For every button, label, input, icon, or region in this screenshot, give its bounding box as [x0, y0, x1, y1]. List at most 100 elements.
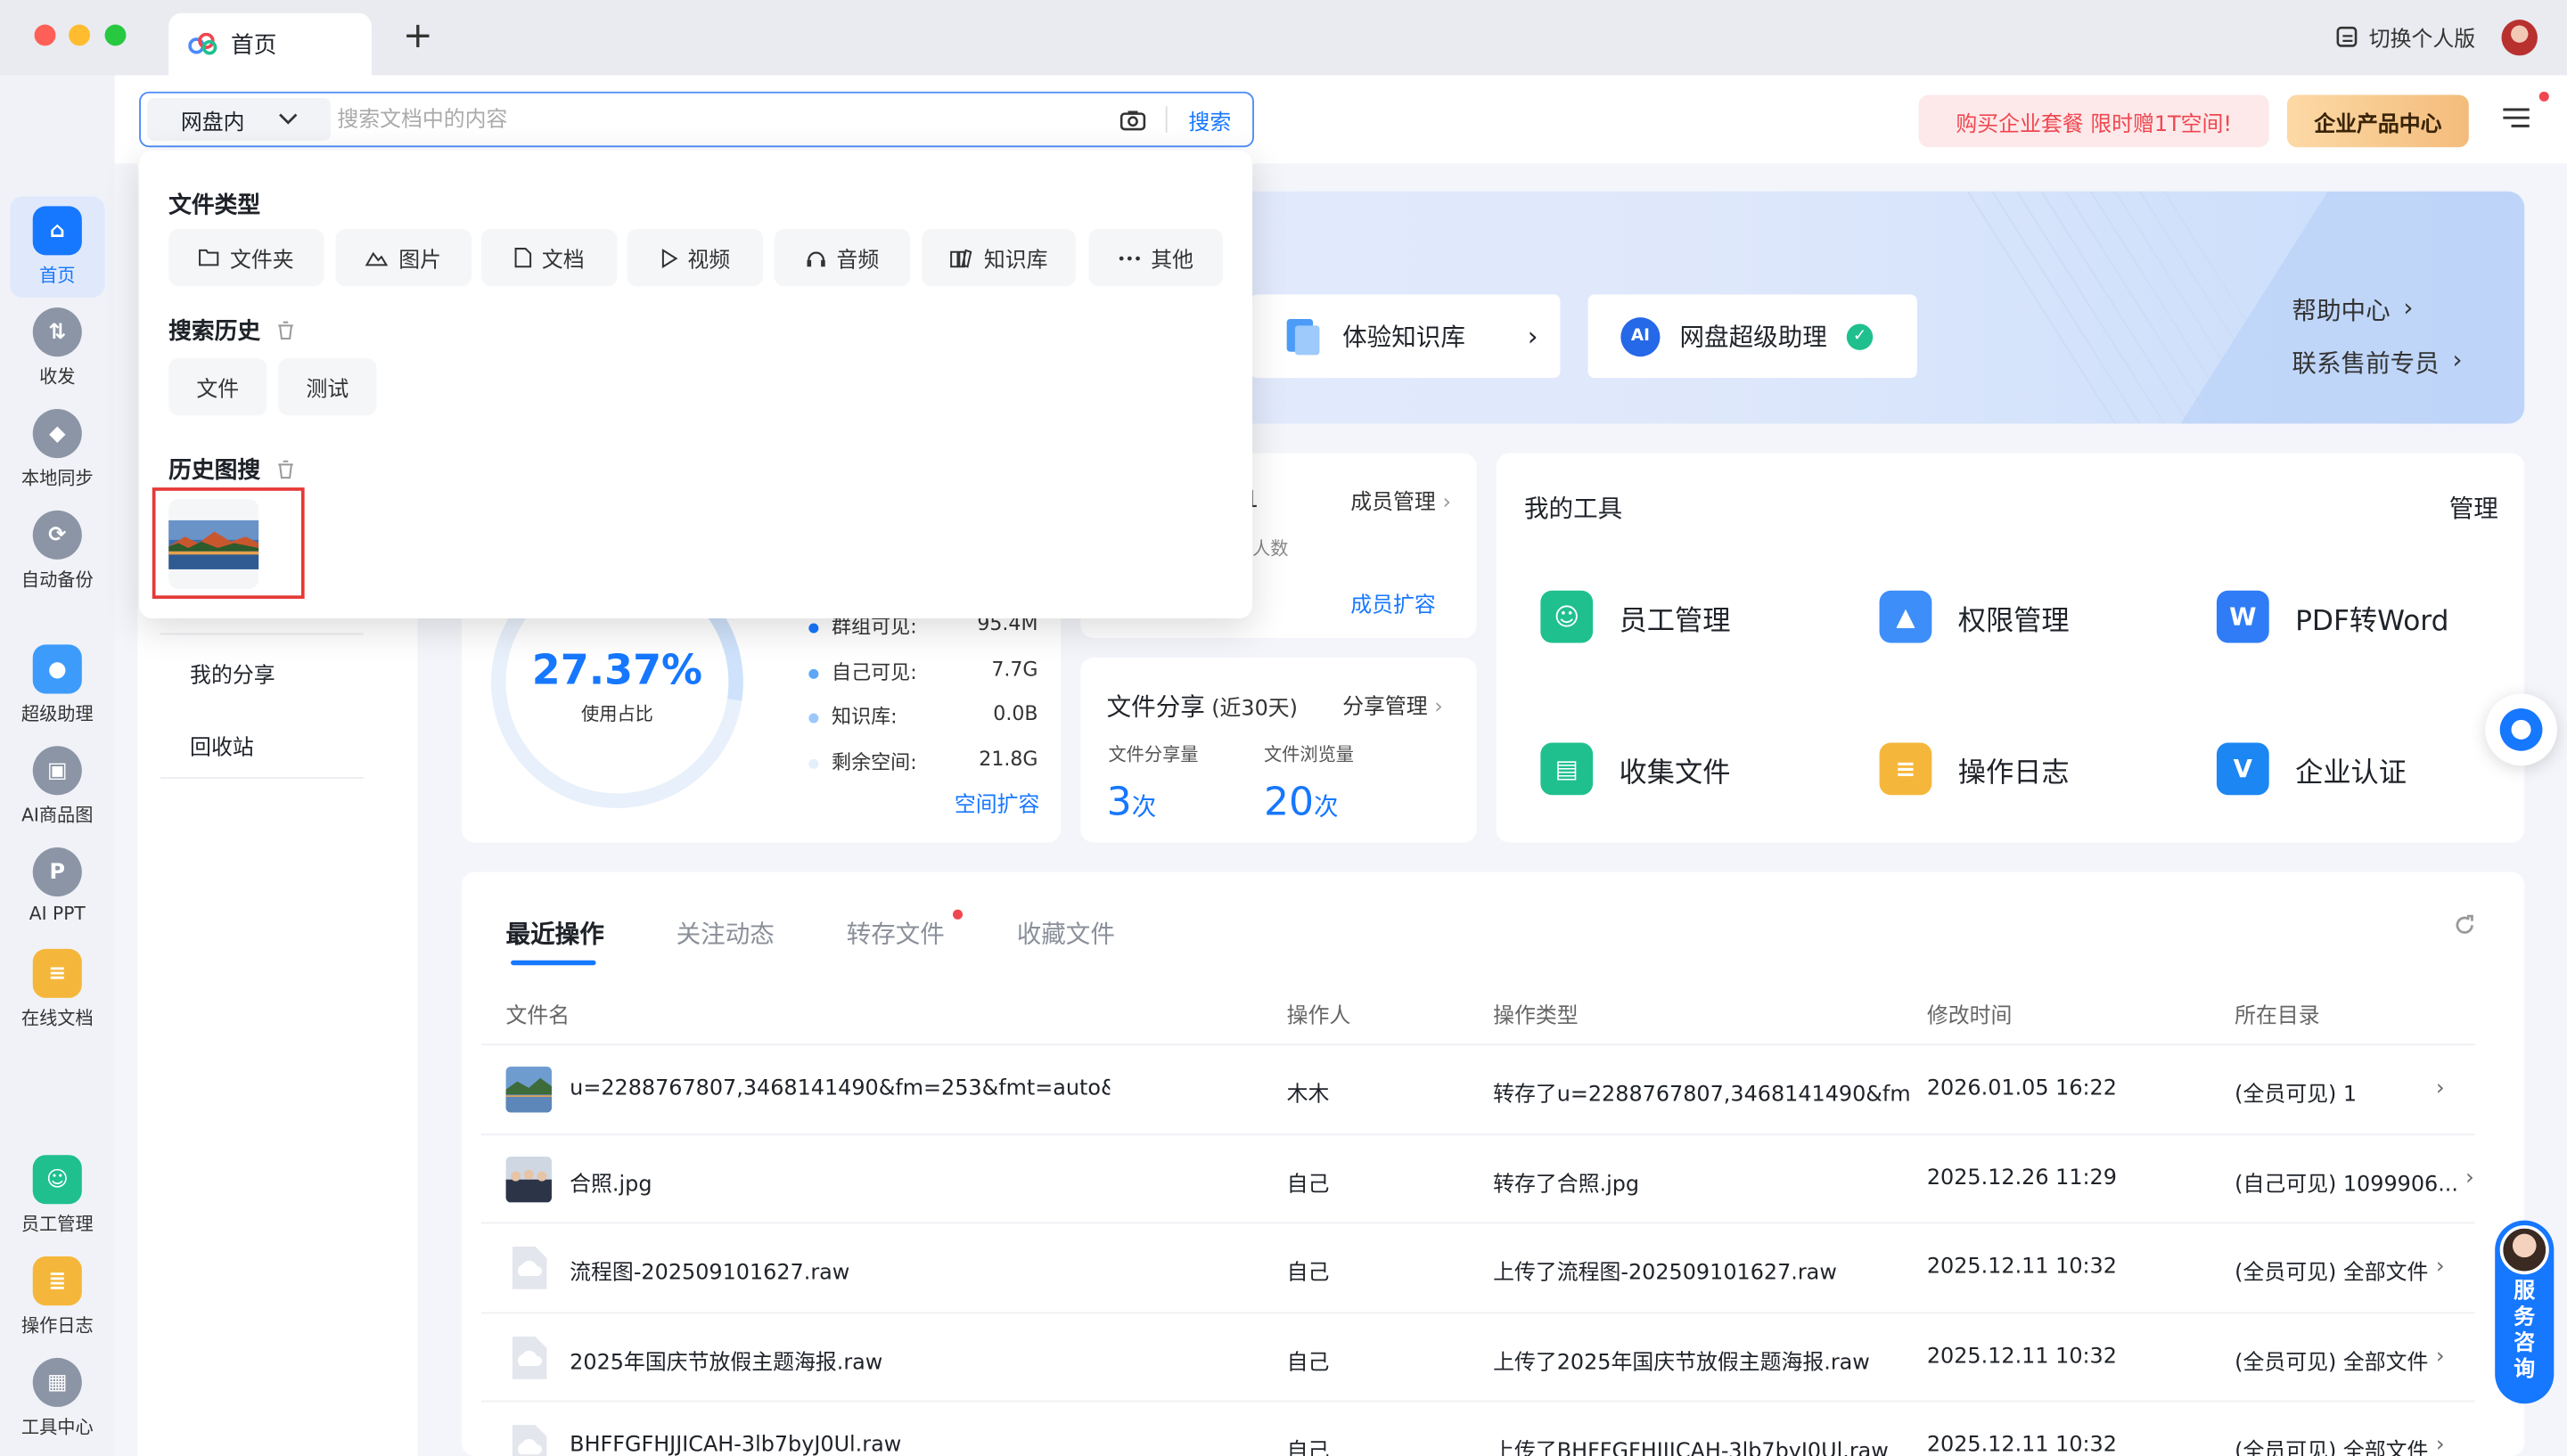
- cell-name[interactable]: u=2288767807,3468141490&fm=253&fmt=auto&…: [570, 1076, 1110, 1101]
- refresh-icon[interactable]: [2452, 912, 2477, 944]
- sidebar-item-staff[interactable]: ☺ 员工管理: [0, 1155, 115, 1237]
- sidebar-item-backup[interactable]: ⟳ 自动备份: [0, 510, 115, 593]
- tool-verify[interactable]: V 企业认证: [2216, 742, 2407, 796]
- home-icon: ⌂: [32, 206, 82, 256]
- search-input[interactable]: [331, 98, 1101, 141]
- lake-thumbnail-icon: [505, 1067, 552, 1113]
- switch-personal-button[interactable]: 切换个人版: [2336, 21, 2475, 53]
- tab-activity-0[interactable]: 最近操作: [506, 916, 604, 951]
- my-share-link[interactable]: 我的分享: [190, 658, 275, 689]
- enterprise-center-button[interactable]: 企业产品中心: [2286, 94, 2469, 148]
- cell-name[interactable]: 合照.jpg: [570, 1166, 652, 1197]
- cell-user: 自己: [1286, 1261, 1330, 1287]
- trash-icon[interactable]: [276, 321, 294, 340]
- cell-dir[interactable]: (全员可见) 全部文件: [2235, 1255, 2428, 1287]
- cell-name[interactable]: BHFFGFHJJICAH-3lb7byJ0Ul.raw: [570, 1433, 901, 1456]
- cell-dir[interactable]: (自己可见) 1099906...: [2235, 1166, 2458, 1197]
- tool-collect[interactable]: ▤ 收集文件: [1540, 742, 1730, 796]
- sidebar-item-log[interactable]: ≣ 操作日志: [0, 1256, 115, 1338]
- file-type-more[interactable]: 其他: [1088, 229, 1224, 287]
- sidebar-item-tools[interactable]: ▦ 工具中心: [0, 1357, 115, 1440]
- active-tab-indicator: [511, 960, 596, 966]
- sidebar-item-assistant[interactable]: ● 超级助理: [0, 644, 115, 726]
- contact-sales-link[interactable]: 联系售前专员 ›: [2292, 345, 2462, 380]
- tool-lock[interactable]: ▲ 权限管理: [1879, 590, 2070, 643]
- cell-dir[interactable]: (全员可见) 全部文件: [2235, 1433, 2428, 1456]
- view-count-label: 文件浏览量: [1263, 744, 1354, 766]
- cell-dir[interactable]: (全员可见) 全部文件: [2235, 1344, 2428, 1376]
- sidebar-item-online-doc[interactable]: ≡ 在线文档: [0, 948, 115, 1031]
- log-icon: ≣: [32, 1256, 82, 1306]
- file-type-video[interactable]: 视频: [627, 229, 763, 287]
- storage-percent-label: 使用占比: [581, 703, 653, 725]
- storage-expand-link[interactable]: 空间扩容: [955, 787, 1040, 818]
- file-type-folder[interactable]: 文件夹: [168, 229, 324, 287]
- backup-icon: ⟳: [32, 510, 82, 560]
- sidebar-item-label: 本地同步: [21, 468, 94, 489]
- table-row[interactable]: 流程图-202509101627.raw 自己 上传了流程图-20250910162…: [480, 1222, 2476, 1310]
- tool-staff[interactable]: ☺ 员工管理: [1540, 590, 1730, 643]
- avatar[interactable]: [2501, 20, 2538, 56]
- table-row[interactable]: 2025年国庆节放假主题海报.raw 自己 上传了2025年国庆节放假主题海报.ra…: [480, 1311, 2476, 1400]
- file-type-label: 图片: [398, 249, 441, 274]
- file-type-audio[interactable]: 音频: [774, 229, 911, 287]
- camera-icon[interactable]: [1100, 109, 1165, 130]
- staff-icon: ☺: [1540, 590, 1594, 643]
- recycle-bin-link[interactable]: 回收站: [190, 730, 254, 761]
- super-assistant-card[interactable]: AI 网盘超级助理 ✓: [1587, 294, 1917, 379]
- minimize-window-icon[interactable]: [69, 24, 91, 46]
- chevron-right-icon: ›: [1442, 490, 1452, 516]
- file-type-document[interactable]: 文档: [480, 229, 618, 287]
- service-consult-button[interactable]: 服务咨询: [2495, 1220, 2555, 1404]
- column-header: 操作人: [1286, 1004, 1351, 1029]
- tab-activity-1[interactable]: 关注动态: [677, 916, 775, 951]
- assistant-float-button[interactable]: [2485, 693, 2557, 766]
- new-tab-button[interactable]: +: [403, 16, 433, 57]
- super-assistant-label: 网盘超级助理: [1679, 322, 1827, 352]
- sidebar-item-home[interactable]: ⌂ 首页: [10, 196, 105, 299]
- table-row[interactable]: u=2288767807,3468141490&fm=253&fmt=auto&…: [480, 1043, 2476, 1132]
- file-type-label: 知识库: [983, 249, 1048, 274]
- legend-dot-icon: [808, 667, 819, 679]
- legend-text: 自己可见:: [832, 659, 917, 683]
- table-row[interactable]: BHFFGFHJJICAH-3lb7byJ0Ul.raw 自己 上传了BHFFGFH…: [480, 1400, 2476, 1456]
- cell-user: 自己: [1286, 1350, 1330, 1376]
- member-manage-link[interactable]: 成员管理 ›: [1350, 484, 1452, 516]
- close-window-icon[interactable]: [34, 24, 56, 46]
- knowledge-base-card[interactable]: 体验知识库 ›: [1251, 294, 1561, 379]
- cell-name[interactable]: 流程图-202509101627.raw: [570, 1255, 849, 1287]
- cell-name[interactable]: 2025年国庆节放假主题海报.raw: [570, 1344, 882, 1376]
- image-history-title: 历史图搜: [168, 458, 261, 485]
- help-center-link[interactable]: 帮助中心 ›: [2292, 293, 2413, 328]
- history-chip[interactable]: 文件: [168, 358, 267, 416]
- sidebar-item-ai-ppt[interactable]: P AI PPT: [0, 847, 115, 924]
- promo-banner[interactable]: 购买企业套餐 限时赠1T空间!: [1918, 94, 2269, 148]
- cell-dir[interactable]: (全员可见) 1: [2235, 1076, 2357, 1108]
- tool-log[interactable]: ≡ 操作日志: [1879, 742, 2070, 796]
- switch-icon: [2336, 26, 2358, 46]
- maximize-window-icon[interactable]: [104, 24, 127, 46]
- cell-time: 2025.12.11 10:32: [1926, 1344, 2117, 1369]
- tools-manage-link[interactable]: 管理: [2449, 491, 2498, 526]
- sidebar-item-ai-product[interactable]: ▣ AI商品图: [0, 746, 115, 828]
- member-expand-link[interactable]: 成员扩容: [1350, 587, 1436, 618]
- search-scope-select[interactable]: 网盘内: [147, 98, 332, 141]
- file-type-image[interactable]: 图片: [335, 229, 472, 287]
- share-manage-link[interactable]: 分享管理 ›: [1342, 689, 1443, 720]
- cell-user: 木木: [1286, 1083, 1330, 1108]
- search-button[interactable]: 搜索: [1168, 104, 1253, 135]
- cell-action: 转存了合照.jpg: [1493, 1172, 1640, 1198]
- menu-icon[interactable]: [2502, 91, 2549, 131]
- tool-pdf-word[interactable]: W PDF转Word: [2216, 590, 2448, 643]
- table-row[interactable]: 合照.jpg 自己 转存了合照.jpg 2025.12.26 11:29 (自己可见) …: [480, 1133, 2476, 1221]
- file-type-knowledge[interactable]: 知识库: [922, 229, 1076, 287]
- chevron-right-icon: ›: [2465, 1166, 2474, 1190]
- history-chip[interactable]: 测试: [278, 358, 377, 416]
- tab-home[interactable]: 首页: [168, 12, 372, 76]
- tab-activity-2[interactable]: 转存文件: [847, 916, 945, 951]
- column-header: 操作类型: [1493, 1004, 1579, 1029]
- tab-activity-3[interactable]: 收藏文件: [1017, 916, 1115, 951]
- sidebar-item-sync[interactable]: ◆ 本地同步: [0, 408, 115, 491]
- trash-icon[interactable]: [276, 460, 294, 479]
- sidebar-item-transfer[interactable]: ⇅ 收发: [0, 307, 115, 389]
